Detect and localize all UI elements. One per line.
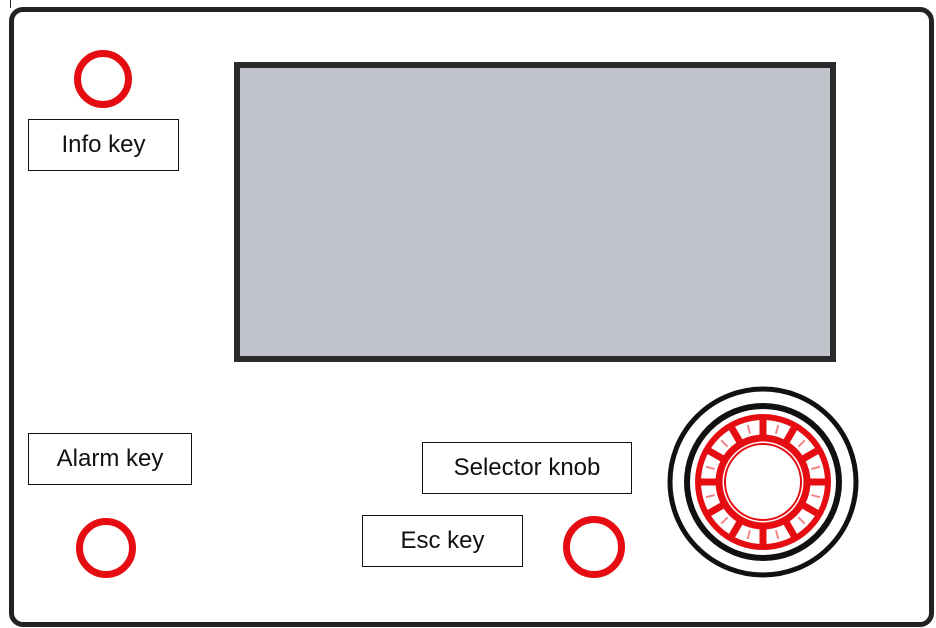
esc-key-label: Esc key (362, 515, 523, 567)
display-screen (234, 62, 836, 362)
alarm-key-label: Alarm key (28, 433, 192, 485)
knob-hub-center (724, 443, 802, 521)
alarm-key-button[interactable] (76, 518, 136, 578)
info-key-label: Info key (28, 119, 179, 171)
selector-knob-label: Selector knob (422, 442, 632, 494)
esc-key-button[interactable] (563, 516, 625, 578)
selector-knob[interactable] (666, 385, 860, 579)
info-key-button[interactable] (74, 50, 132, 108)
corner-tick (10, 0, 11, 8)
